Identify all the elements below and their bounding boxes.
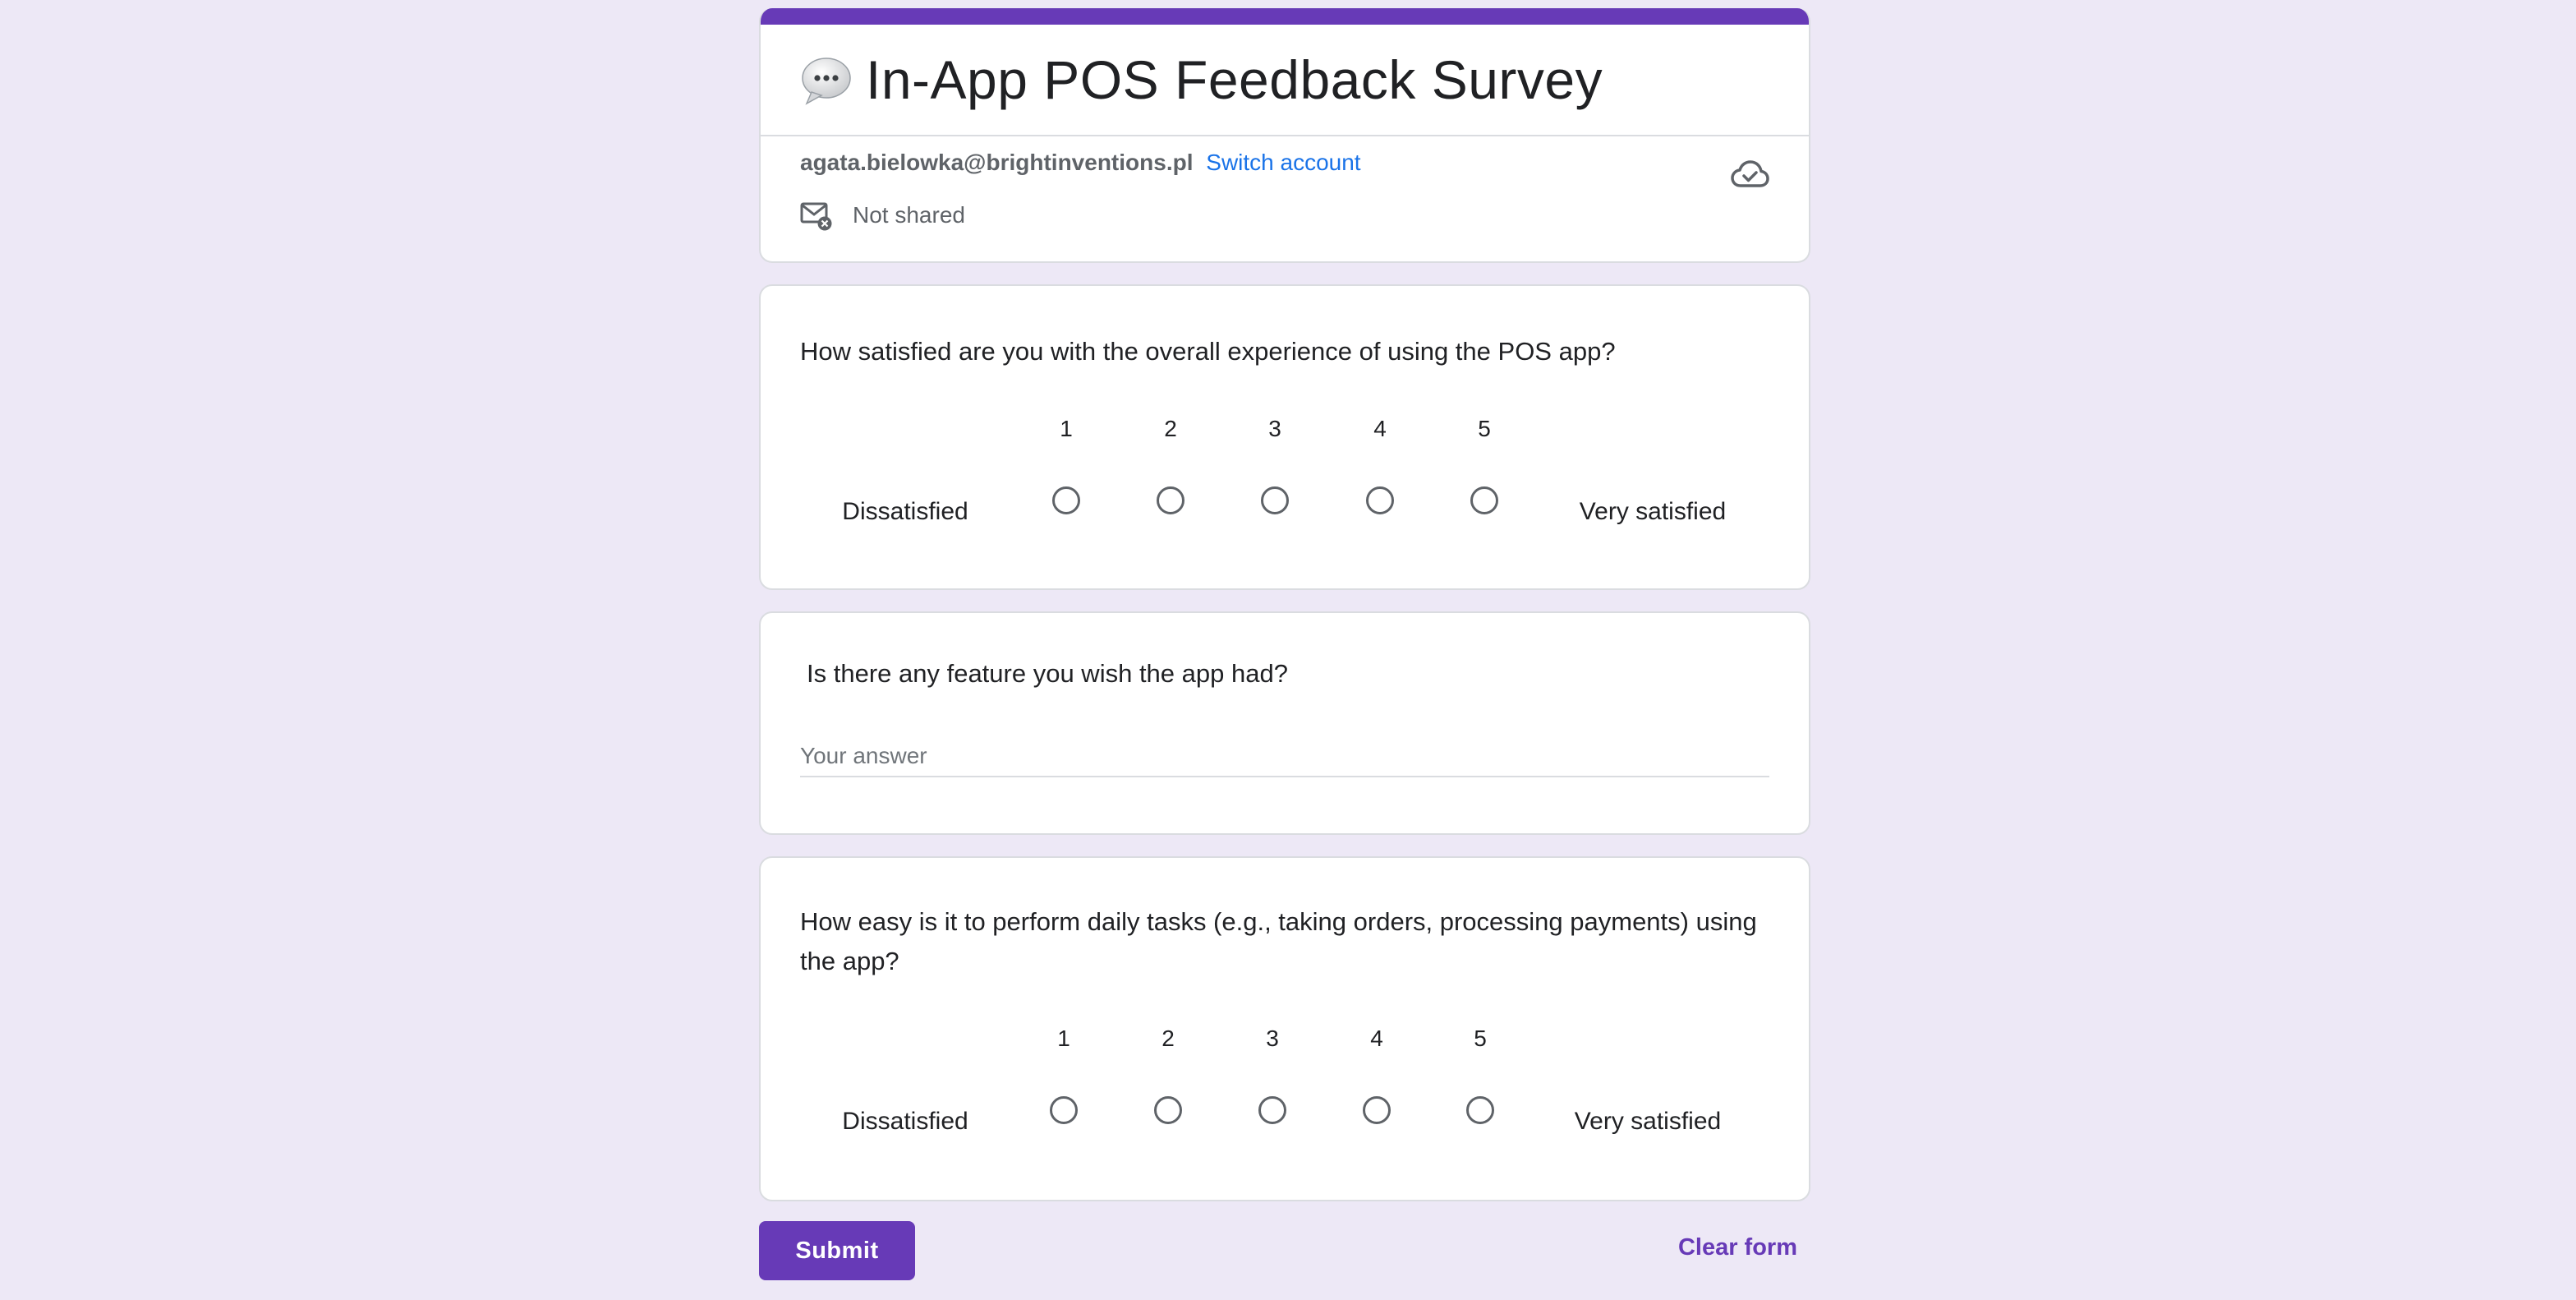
- scale-radio-3[interactable]: [1261, 486, 1289, 514]
- scale-radio-2[interactable]: [1154, 1096, 1182, 1124]
- linear-scale: 1 2 3 4 5 Dissatisfied Very satisfied: [800, 981, 1769, 1146]
- mail-off-icon: [800, 199, 833, 232]
- scale-number-2: 2: [1164, 416, 1177, 441]
- switch-account-link[interactable]: Switch account: [1206, 150, 1360, 175]
- scale-number-5: 5: [1478, 416, 1491, 441]
- scale-radio-5[interactable]: [1470, 486, 1498, 514]
- question-title: Is there any feature you wish the app ha…: [807, 659, 1288, 688]
- form-title: In-App POS Feedback Survey: [866, 49, 1603, 110]
- account-email: agata.bielowka@brightinventions.pl: [800, 150, 1194, 175]
- scale-radio-1[interactable]: [1050, 1096, 1078, 1124]
- linear-scale: 1 2 3 4 5 Dissatisfied Very satisfied: [800, 371, 1769, 536]
- submit-button[interactable]: Submit: [759, 1221, 915, 1280]
- scale-high-label: Very satisfied: [1579, 498, 1727, 525]
- cloud-done-icon: [1730, 154, 1769, 194]
- account-row: agata.bielowka@brightinventions.pl Switc…: [800, 150, 1361, 176]
- scale-radio-5[interactable]: [1466, 1096, 1494, 1124]
- scale-radio-4[interactable]: [1366, 486, 1394, 514]
- answer-input[interactable]: [800, 743, 1769, 777]
- scale-radio-3[interactable]: [1258, 1096, 1286, 1124]
- accent-bar: [761, 8, 1809, 25]
- scale-low-label: Dissatisfied: [842, 1108, 968, 1135]
- scale-number-4: 4: [1370, 1026, 1383, 1051]
- scale-low-label: Dissatisfied: [842, 498, 968, 525]
- scale-radio-4[interactable]: [1363, 1096, 1391, 1124]
- question-card-ease-of-use: How easy is it to perform daily tasks (e…: [759, 856, 1810, 1201]
- form-header-card: In-App POS Feedback Survey agata.bielowk…: [759, 8, 1810, 263]
- scale-high-label: Very satisfied: [1574, 1108, 1722, 1135]
- scale-number-3: 3: [1266, 1026, 1279, 1051]
- question-title: How satisfied are you with the overall e…: [800, 337, 1616, 366]
- form-footer: Submit Clear form: [759, 1221, 1810, 1280]
- speech-bubble-icon: [800, 56, 851, 107]
- question-card-satisfaction: How satisfied are you with the overall e…: [759, 284, 1810, 590]
- scale-number-1: 1: [1057, 1026, 1070, 1051]
- question-card-feature-wish: Is there any feature you wish the app ha…: [759, 611, 1810, 835]
- scale-number-3: 3: [1268, 416, 1281, 441]
- scale-number-4: 4: [1373, 416, 1387, 441]
- title-row: In-App POS Feedback Survey: [761, 25, 1809, 136]
- scale-number-1: 1: [1060, 416, 1073, 441]
- question-title: How easy is it to perform daily tasks (e…: [800, 907, 1757, 975]
- form-container: In-App POS Feedback Survey agata.bielowk…: [759, 8, 1810, 1280]
- scale-radio-2[interactable]: [1157, 486, 1184, 514]
- share-status-text: Not shared: [853, 202, 965, 228]
- scale-number-2: 2: [1162, 1026, 1175, 1051]
- share-status-row: Not shared: [800, 199, 965, 232]
- clear-form-button[interactable]: Clear form: [1678, 1234, 1797, 1261]
- scale-number-5: 5: [1474, 1026, 1487, 1051]
- scale-radio-1[interactable]: [1052, 486, 1080, 514]
